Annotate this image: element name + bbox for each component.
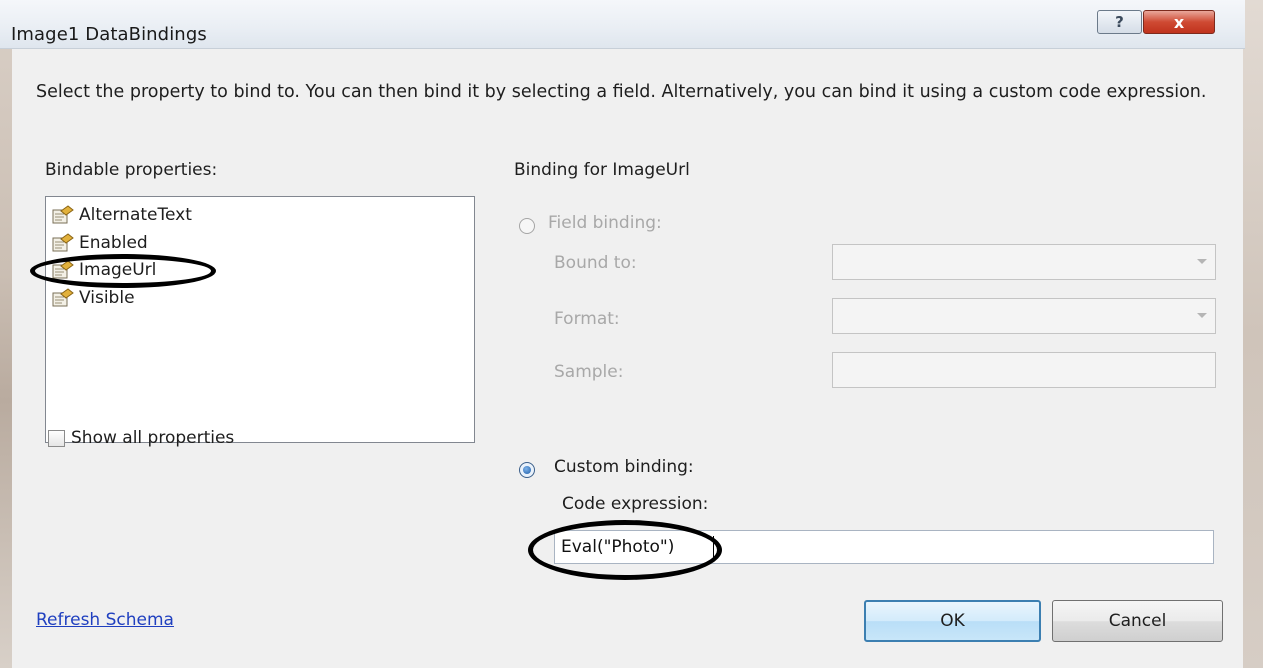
format-dropdown[interactable] (832, 298, 1216, 334)
refresh-schema-link[interactable]: Refresh Schema (36, 610, 174, 630)
close-button[interactable]: x (1143, 10, 1215, 34)
highlight-ellipse-code-expression (528, 520, 722, 580)
list-item-label: AlternateText (79, 205, 192, 225)
property-icon (52, 205, 74, 224)
bound-to-dropdown[interactable] (832, 244, 1216, 280)
bindable-properties-heading: Bindable properties: (45, 160, 218, 180)
list-item-alternatetext[interactable]: AlternateText (52, 202, 192, 228)
desktop-backdrop-right (1243, 0, 1263, 668)
list-item-label: Visible (79, 288, 135, 308)
field-binding-radio[interactable] (519, 218, 535, 234)
sample-field[interactable] (832, 352, 1216, 388)
dialog-title: Image1 DataBindings (11, 24, 207, 45)
property-icon (52, 288, 74, 307)
property-icon (52, 233, 74, 252)
show-all-properties-checkbox[interactable] (48, 430, 65, 447)
instructions-text: Select the property to bind to. You can … (36, 82, 1207, 102)
field-binding-label: Field binding: (548, 213, 662, 233)
show-all-properties-label: Show all properties (71, 428, 235, 448)
custom-binding-radio[interactable] (519, 462, 535, 478)
list-item-visible[interactable]: Visible (52, 285, 135, 311)
code-expression-label: Code expression: (562, 494, 709, 514)
dialog-titlebar[interactable]: Image1 DataBindings ? x (0, 0, 1245, 49)
close-icon: x (1173, 12, 1185, 32)
format-label: Format: (554, 309, 620, 329)
bound-to-label: Bound to: (554, 253, 637, 273)
sample-label: Sample: (554, 362, 624, 382)
bindable-properties-list[interactable]: AlternateText Enabled ImageUrl Visible (45, 196, 475, 443)
list-item-enabled[interactable]: Enabled (52, 230, 148, 256)
cancel-button[interactable]: Cancel (1052, 600, 1223, 642)
binding-heading: Binding for ImageUrl (514, 160, 690, 180)
help-button[interactable]: ? (1097, 10, 1142, 34)
chevron-down-icon (1197, 259, 1207, 264)
highlight-ellipse-imageurl (30, 254, 216, 288)
custom-binding-label: Custom binding: (554, 457, 694, 477)
ok-button[interactable]: OK (864, 600, 1041, 642)
list-item-label: Enabled (79, 233, 148, 253)
radio-selected-dot (523, 466, 531, 474)
desktop-backdrop-left (0, 0, 12, 668)
help-icon: ? (1115, 13, 1124, 31)
chevron-down-icon (1197, 313, 1207, 318)
